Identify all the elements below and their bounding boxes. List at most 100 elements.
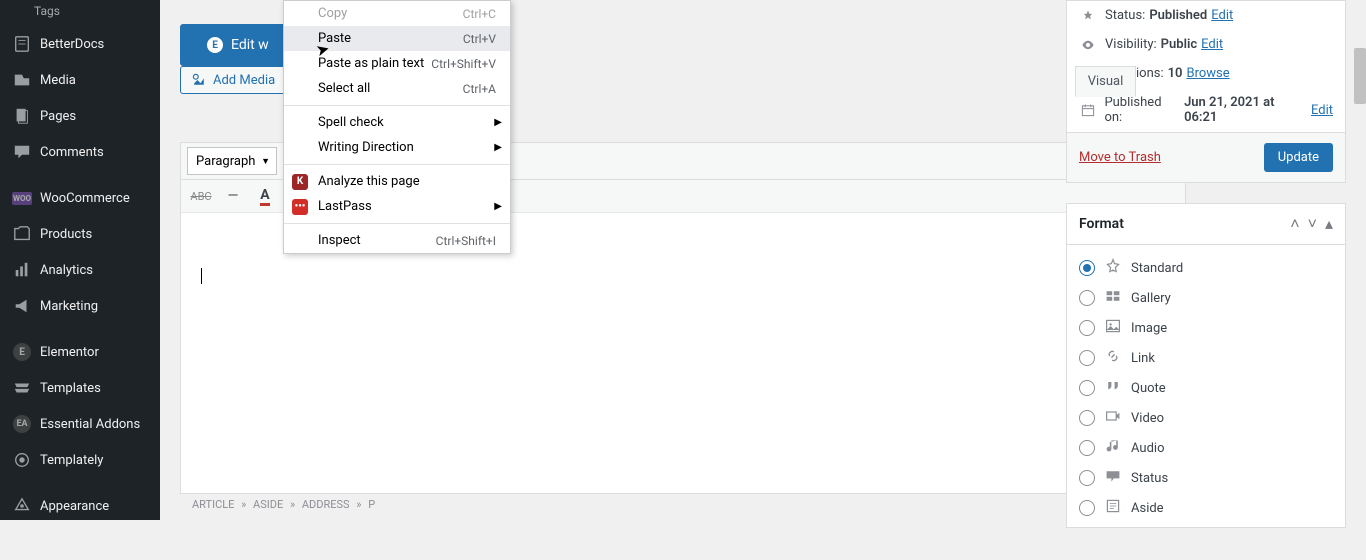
- comments-icon: [12, 142, 32, 162]
- revisions-browse-link[interactable]: Browse: [1186, 66, 1229, 81]
- sidebar-item-betterdocs[interactable]: BetterDocs: [0, 26, 160, 62]
- sidebar-item-elementor[interactable]: E Elementor: [0, 334, 160, 370]
- sidebar-subitem-tags[interactable]: Tags: [0, 0, 160, 26]
- context-menu-item-select-all[interactable]: Select allCtrl+A: [284, 76, 510, 101]
- format-item-link[interactable]: Link: [1079, 343, 1333, 373]
- aside-format-icon: [1105, 498, 1123, 518]
- format-box-header[interactable]: Format ˄ ˅ ▴: [1067, 204, 1345, 245]
- sidebar-item-label: Essential Addons: [40, 417, 140, 432]
- sidebar-item-templately[interactable]: Templately: [0, 442, 160, 478]
- context-menu-item-lastpass[interactable]: •••LastPass▶: [284, 194, 510, 219]
- sidebar-item-woocommerce[interactable]: WOO WooCommerce: [0, 180, 160, 216]
- sidebar-item-label: Comments: [40, 145, 104, 160]
- status-edit-link[interactable]: Edit: [1211, 8, 1233, 23]
- context-menu-item-inspect[interactable]: InspectCtrl+Shift+I: [284, 228, 510, 253]
- format-radio[interactable]: [1079, 380, 1095, 396]
- format-item-quote[interactable]: Quote: [1079, 373, 1333, 403]
- format-radio[interactable]: [1079, 350, 1095, 366]
- templates-icon: [12, 378, 32, 398]
- format-radio[interactable]: [1079, 260, 1095, 276]
- submenu-arrow-icon: ▶: [494, 142, 502, 153]
- hr-button[interactable]: —: [219, 182, 247, 210]
- sidebar-item-pages[interactable]: Pages: [0, 98, 160, 134]
- context-menu-label: Paste: [318, 31, 463, 46]
- templately-icon: [12, 450, 32, 470]
- format-label: Link: [1131, 351, 1155, 366]
- submenu-arrow-icon: ▶: [494, 117, 502, 128]
- format-item-audio[interactable]: Audio: [1079, 433, 1333, 463]
- sidebar-item-label: Marketing: [40, 299, 98, 314]
- chevron-down-icon[interactable]: ˅: [1308, 214, 1317, 234]
- sidebar-item-marketing[interactable]: Marketing: [0, 288, 160, 324]
- context-menu-label: Inspect: [318, 233, 436, 248]
- scrollbar-thumb[interactable]: [1354, 48, 1366, 104]
- visibility-edit-link[interactable]: Edit: [1201, 37, 1223, 52]
- add-media-button[interactable]: Add Media: [180, 66, 286, 94]
- sidebar-item-essential-addons[interactable]: EA Essential Addons: [0, 406, 160, 442]
- format-radio[interactable]: [1079, 440, 1095, 456]
- format-radio[interactable]: [1079, 290, 1095, 306]
- format-item-gallery[interactable]: Gallery: [1079, 283, 1333, 313]
- format-item-status[interactable]: Status: [1079, 463, 1333, 493]
- eye-icon: [1079, 38, 1097, 52]
- publish-visibility-row: Visibility:Public Edit: [1067, 30, 1345, 59]
- media-icon: [12, 70, 32, 90]
- update-button[interactable]: Update: [1264, 143, 1333, 172]
- move-to-trash-link[interactable]: Move to Trash: [1079, 150, 1161, 165]
- strikethrough-button[interactable]: ABC: [187, 182, 215, 210]
- sidebar-item-products[interactable]: Products: [0, 216, 160, 252]
- status-format-icon: [1105, 468, 1123, 488]
- quote-format-icon: [1105, 378, 1123, 398]
- format-item-aside[interactable]: Aside: [1079, 493, 1333, 523]
- sidebar-item-appearance[interactable]: Appearance: [0, 488, 160, 524]
- context-menu-item-copy: CopyCtrl+C: [284, 1, 510, 26]
- editor-content-area[interactable]: G: [181, 213, 1185, 493]
- context-menu-shortcut: Ctrl+Shift+I: [436, 234, 496, 248]
- sidebar-item-embedpress[interactable]: EmbedPress: [0, 524, 160, 560]
- edit-button-label: Edit w: [231, 37, 269, 53]
- text-cursor: [201, 268, 202, 284]
- text-color-button[interactable]: A: [251, 182, 279, 210]
- format-list: Standard Gallery Image Link QuoteVideo Audio S…: [1067, 245, 1345, 527]
- sidebar-item-label: Elementor: [40, 345, 99, 360]
- audio-format-icon: [1105, 438, 1123, 458]
- context-menu-item-paste-plain[interactable]: Paste as plain textCtrl+Shift+V: [284, 51, 510, 76]
- pin-icon: [1079, 9, 1097, 23]
- context-menu-shortcut: Ctrl+A: [463, 82, 496, 96]
- sidebar-item-comments[interactable]: Comments: [0, 134, 160, 170]
- gallery-format-icon: [1105, 288, 1123, 308]
- tab-visual[interactable]: Visual: [1075, 66, 1137, 97]
- format-radio[interactable]: [1079, 410, 1095, 426]
- format-label: Audio: [1131, 441, 1164, 456]
- docs-icon: [12, 34, 32, 54]
- sidebar-item-media[interactable]: Media: [0, 62, 160, 98]
- format-title: Format: [1079, 216, 1290, 232]
- block-format-select[interactable]: Paragraph ▼: [187, 147, 277, 175]
- sidebar-item-label: Templately: [40, 453, 103, 468]
- context-menu-item-analyze[interactable]: KAnalyze this page: [284, 169, 510, 194]
- format-radio[interactable]: [1079, 320, 1095, 336]
- date-edit-link[interactable]: Edit: [1311, 103, 1333, 118]
- publish-status-row: Status:Published Edit: [1067, 1, 1345, 30]
- format-item-standard[interactable]: Standard: [1079, 253, 1333, 283]
- sidebar-item-analytics[interactable]: Analytics: [0, 252, 160, 288]
- context-menu-separator: [284, 223, 510, 224]
- format-label: Aside: [1131, 501, 1164, 516]
- context-menu-item-paste[interactable]: PasteCtrl+V: [284, 26, 510, 51]
- chevron-up-icon[interactable]: ˄: [1290, 214, 1299, 234]
- context-menu-item-writing-dir[interactable]: Writing Direction▶: [284, 135, 510, 160]
- sidebar-item-label: WooCommerce: [40, 191, 130, 206]
- format-label: Gallery: [1131, 291, 1171, 306]
- format-item-video[interactable]: Video: [1079, 403, 1333, 433]
- context-menu-item-spell[interactable]: Spell check▶: [284, 110, 510, 135]
- addons-icon: EA: [12, 414, 32, 434]
- sidebar-item-label: Pages: [40, 109, 76, 124]
- format-radio[interactable]: [1079, 500, 1095, 516]
- triangle-up-icon[interactable]: ▴: [1325, 214, 1333, 234]
- sidebar-item-templates[interactable]: Templates: [0, 370, 160, 406]
- format-radio[interactable]: [1079, 470, 1095, 486]
- format-item-image[interactable]: Image: [1079, 313, 1333, 343]
- context-menu-label: LastPass: [318, 199, 496, 214]
- block-format-value: Paragraph: [196, 154, 255, 169]
- elementor-icon: E: [12, 342, 32, 362]
